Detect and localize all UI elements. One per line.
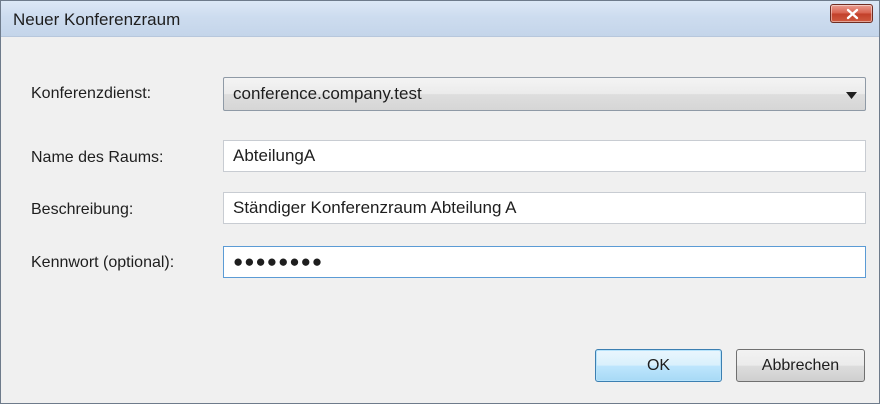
close-icon xyxy=(846,8,859,20)
title-bar[interactable]: Neuer Konferenzraum xyxy=(1,1,879,37)
dialog-content: Konferenzdienst: conference.company.test… xyxy=(1,37,879,404)
description-input[interactable]: Ständiger Konferenzraum Abteilung A xyxy=(223,192,866,224)
ok-button[interactable]: OK xyxy=(595,349,722,382)
chevron-down-icon xyxy=(846,92,857,99)
conference-service-label: Konferenzdienst: xyxy=(31,85,152,102)
room-name-input[interactable]: AbteilungA xyxy=(223,140,866,172)
password-input[interactable]: ●●●●●●●● xyxy=(223,246,866,278)
description-label: Beschreibung: xyxy=(31,201,134,218)
cancel-button[interactable]: Abbrechen xyxy=(736,349,865,382)
dialog-title: Neuer Konferenzraum xyxy=(13,10,181,29)
close-button[interactable] xyxy=(830,4,873,23)
conference-service-dropdown[interactable]: conference.company.test xyxy=(223,77,866,111)
conference-service-value: conference.company.test xyxy=(233,84,422,103)
password-label: Kennwort (optional): xyxy=(31,254,175,271)
room-name-label: Name des Raums: xyxy=(31,149,164,166)
dialog-window: Neuer Konferenzraum Konferenzdienst: con… xyxy=(0,0,880,404)
password-mask: ●●●●●●●● xyxy=(233,252,324,271)
